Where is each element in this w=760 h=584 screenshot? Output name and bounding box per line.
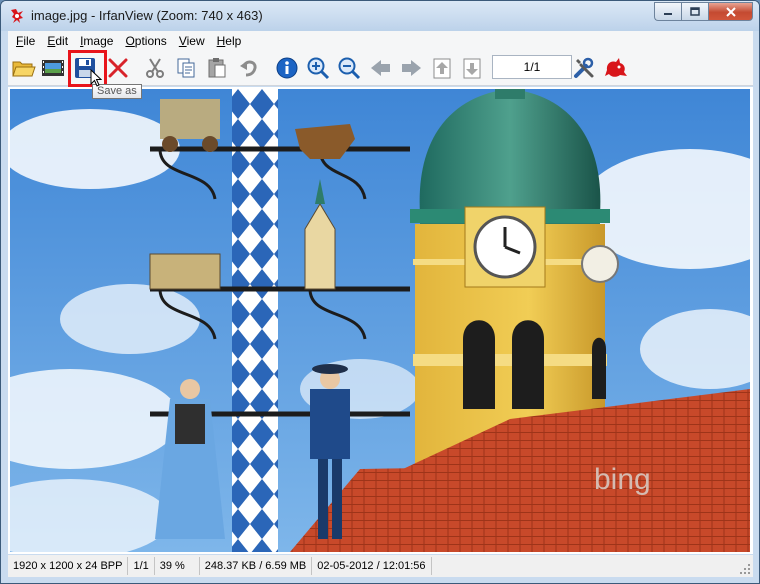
first-page-icon — [433, 58, 451, 79]
slideshow-icon — [42, 60, 64, 76]
zoom-out-button[interactable] — [336, 55, 362, 81]
irfanview-red-cat-icon — [11, 9, 23, 23]
last-page-icon — [463, 58, 481, 79]
previous-button[interactable] — [368, 55, 394, 81]
bing-watermark: bing — [594, 463, 651, 496]
close-icon — [725, 6, 736, 17]
status-bar: 1920 x 1200 x 24 BPP 1/1 39 % 248.37 KB … — [8, 555, 753, 577]
status-dimensions: 1920 x 1200 x 24 BPP — [8, 557, 129, 575]
zoom-in-icon — [307, 57, 330, 80]
resize-grip-icon[interactable] — [739, 563, 751, 575]
info-button[interactable] — [274, 55, 300, 81]
properties-button[interactable] — [571, 55, 597, 81]
page-indicator: 1/1 — [492, 55, 572, 79]
properties-icon — [574, 57, 594, 78]
copy-button[interactable] — [173, 55, 199, 81]
title-bar[interactable]: image.jpg - IrfanView (Zoom: 740 x 463) — [1, 1, 759, 31]
slideshow-button[interactable] — [40, 55, 66, 81]
toolbar: 1/1 — [8, 51, 753, 86]
copy-icon — [177, 58, 195, 78]
menu-image[interactable]: Image — [74, 31, 119, 51]
cut-button[interactable] — [142, 55, 168, 81]
delete-icon — [108, 58, 128, 78]
status-page: 1/1 — [128, 557, 155, 575]
last-page-button[interactable] — [459, 55, 485, 81]
menu-file[interactable]: File — [10, 31, 41, 51]
maximize-icon — [690, 7, 700, 16]
close-button[interactable] — [708, 2, 753, 21]
open-folder-icon — [12, 61, 36, 77]
menu-help[interactable]: Help — [211, 31, 248, 51]
first-page-button[interactable] — [429, 55, 455, 81]
info-icon — [276, 57, 298, 79]
menu-view[interactable]: View — [173, 31, 211, 51]
menu-bar: File Edit Image Options View Help — [8, 31, 753, 51]
mouse-pointer-icon — [90, 69, 102, 87]
open-button[interactable] — [11, 55, 37, 81]
minimize-icon — [664, 12, 672, 15]
status-zoom: 39 % — [155, 557, 200, 575]
menu-options[interactable]: Options — [119, 31, 172, 51]
maximize-button[interactable] — [681, 2, 708, 21]
image-canvas[interactable]: bing — [8, 87, 753, 554]
about-button[interactable] — [603, 55, 629, 81]
cut-icon — [146, 58, 164, 78]
paste-button[interactable] — [204, 55, 230, 81]
window-title: image.jpg - IrfanView (Zoom: 740 x 463) — [31, 8, 263, 23]
status-date: 02-05-2012 / 12:01:56 — [312, 557, 432, 575]
undo-button[interactable] — [236, 55, 262, 81]
zoom-in-button[interactable] — [305, 55, 331, 81]
paste-icon — [208, 58, 226, 78]
minimize-button[interactable] — [654, 2, 681, 21]
previous-icon — [371, 60, 390, 76]
undo-icon — [240, 60, 257, 77]
menu-edit[interactable]: Edit — [41, 31, 74, 51]
next-icon — [402, 60, 421, 76]
status-file-size: 248.37 KB / 6.59 MB — [200, 557, 313, 575]
delete-button[interactable] — [105, 55, 131, 81]
irfanview-logo-icon — [605, 58, 627, 77]
next-button[interactable] — [398, 55, 424, 81]
zoom-out-icon — [338, 57, 361, 80]
displayed-image: bing — [10, 89, 750, 552]
